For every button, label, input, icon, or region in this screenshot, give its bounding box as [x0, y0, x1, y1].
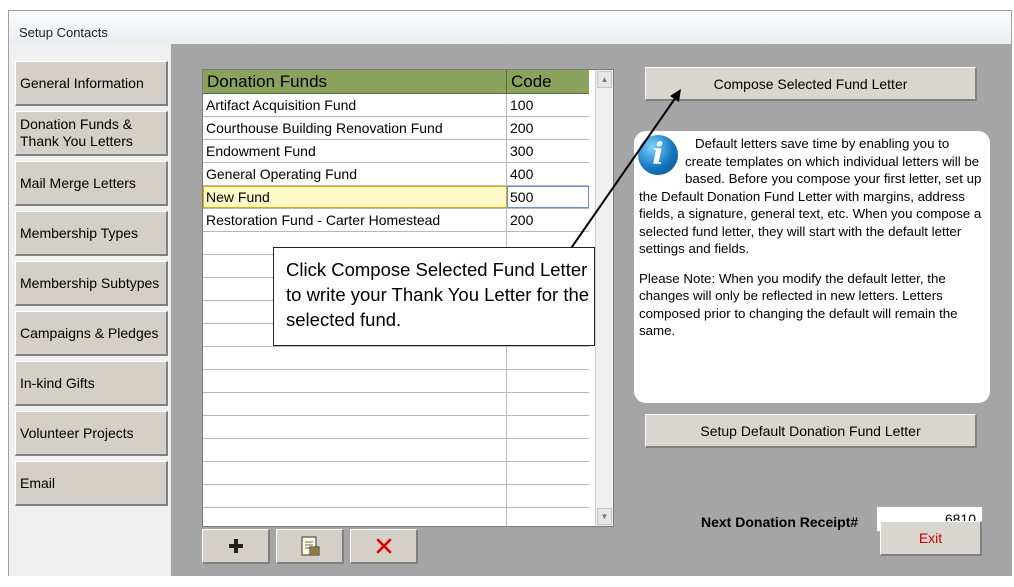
- callout-tooltip: Click Compose Selected Fund Letter to wr…: [273, 247, 595, 346]
- window-title: Setup Contacts: [19, 25, 108, 40]
- title-bar: Setup Contacts: [9, 11, 1011, 45]
